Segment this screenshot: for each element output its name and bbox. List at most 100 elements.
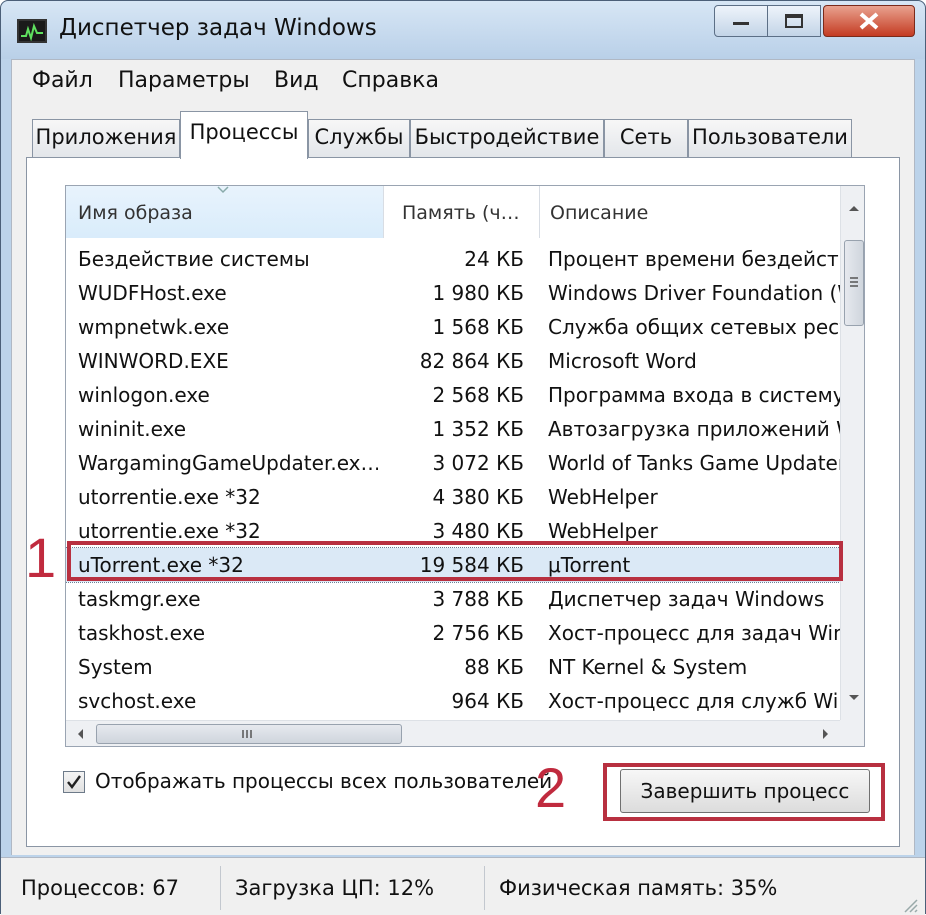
horizontal-scrollbar[interactable] bbox=[66, 720, 840, 746]
resize-grip-icon[interactable] bbox=[901, 896, 919, 914]
menu-view[interactable]: Вид bbox=[274, 68, 319, 93]
process-memory-cell: 1 980 КБ bbox=[432, 281, 524, 305]
process-name-cell: System bbox=[78, 655, 153, 679]
table-row[interactable]: WargamingGameUpdater.ex… 3 072 КБ World of… bbox=[66, 446, 840, 480]
process-memory-cell: 3 072 КБ bbox=[432, 451, 524, 475]
process-name-cell: taskhost.exe bbox=[78, 621, 206, 645]
tab-networking[interactable]: Сеть bbox=[604, 119, 688, 157]
table-row[interactable]: System 88 КБ NT Kernel & System bbox=[66, 650, 840, 684]
tab-applications[interactable]: Приложения bbox=[32, 119, 180, 157]
process-name-cell: WUDFHost.exe bbox=[78, 281, 227, 305]
table-row[interactable]: taskmgr.exe 3 788 КБ Диспетчер задач Windo… bbox=[66, 582, 840, 616]
process-description-cell: WebHelper bbox=[548, 519, 658, 543]
column-header-description[interactable]: Описание bbox=[540, 186, 840, 238]
column-header-description-label: Описание bbox=[550, 202, 649, 224]
minimize-button[interactable] bbox=[714, 5, 768, 37]
process-memory-cell: 1 568 КБ bbox=[432, 315, 524, 339]
menu-bar: Файл Параметры Вид Справка bbox=[11, 59, 915, 103]
tab-performance[interactable]: Быстродействие bbox=[410, 119, 604, 157]
process-memory-cell: 1 352 КБ bbox=[432, 417, 524, 441]
process-description-cell: Процент времени бездействия bbox=[548, 247, 840, 271]
checkmark-icon bbox=[67, 775, 81, 789]
table-row[interactable]: Бездействие системы 24 КБ Процент времени … bbox=[66, 242, 840, 276]
annotation-step-1: 1 bbox=[25, 526, 57, 589]
menu-help[interactable]: Справка bbox=[342, 68, 439, 93]
table-row[interactable]: svchost.exe 964 КБ Хост-процесс для служб … bbox=[66, 684, 840, 718]
column-header-memory[interactable]: Память (ч… bbox=[384, 186, 540, 238]
table-row[interactable]: WUDFHost.exe 1 980 КБ Windows Driver Found… bbox=[66, 276, 840, 310]
tab-processes[interactable]: Процессы bbox=[180, 111, 308, 159]
horizontal-scroll-thumb[interactable] bbox=[96, 724, 402, 744]
process-description-cell: Диспетчер задач Windows bbox=[548, 587, 825, 611]
process-description-cell: NT Kernel & System bbox=[548, 655, 748, 679]
vertical-scroll-thumb[interactable] bbox=[844, 240, 864, 326]
scroll-down-icon[interactable] bbox=[846, 690, 862, 706]
process-memory-cell: 2 756 КБ bbox=[432, 621, 524, 645]
process-name-cell: WINWORD.EXE bbox=[78, 349, 229, 373]
task-manager-window: Диспетчер задач Windows Файл Параметры В… bbox=[0, 0, 926, 915]
process-description-cell: Хост-процесс для служб Win bbox=[548, 689, 840, 713]
process-memory-cell: 3 788 КБ bbox=[432, 587, 524, 611]
process-list[interactable]: Имя образа Память (ч… Описание Бездейств… bbox=[65, 185, 865, 747]
process-name-cell: svchost.exe bbox=[78, 689, 197, 713]
process-memory-cell: 4 380 КБ bbox=[432, 485, 524, 509]
process-description-cell: Служба общих сетевых ресу bbox=[548, 315, 840, 339]
process-memory-cell: 964 КБ bbox=[451, 689, 524, 713]
end-process-button[interactable]: Завершить процесс bbox=[620, 769, 870, 813]
scroll-up-icon[interactable] bbox=[846, 200, 862, 216]
scroll-corner bbox=[840, 720, 864, 746]
maximize-icon bbox=[785, 14, 803, 28]
grip-icon bbox=[242, 730, 252, 738]
minimize-icon bbox=[733, 22, 749, 25]
process-description-cell: World of Tanks Game Updater bbox=[548, 451, 840, 475]
process-description-cell: Windows Driver Foundation (W bbox=[548, 281, 840, 305]
annotation-step-2: 2 bbox=[535, 756, 567, 819]
close-icon bbox=[859, 12, 879, 30]
close-button[interactable] bbox=[823, 5, 915, 37]
menu-options[interactable]: Параметры bbox=[118, 68, 250, 93]
process-name-cell: wmpnetwk.exe bbox=[78, 315, 230, 339]
annotation-box-process bbox=[67, 541, 843, 581]
status-physical-memory: Физическая память: 35% bbox=[499, 876, 778, 900]
tab-services[interactable]: Службы bbox=[308, 119, 410, 157]
table-row[interactable]: wininit.exe 1 352 КБ Автозагрузка приложен… bbox=[66, 412, 840, 446]
table-row[interactable]: WINWORD.EXE 82 864 КБ Microsoft Word bbox=[66, 344, 840, 378]
process-name-cell: utorrentie.exe *32 bbox=[78, 485, 261, 509]
window-title: Диспетчер задач Windows bbox=[59, 15, 377, 41]
table-row[interactable]: wmpnetwk.exe 1 568 КБ Служба общих сетевых… bbox=[66, 310, 840, 344]
tab-users[interactable]: Пользователи bbox=[688, 119, 852, 157]
maximize-button[interactable] bbox=[767, 5, 821, 37]
task-manager-icon bbox=[17, 19, 47, 43]
process-description-cell: Автозагрузка приложений W bbox=[548, 417, 840, 441]
vertical-scrollbar[interactable] bbox=[840, 186, 864, 720]
status-bar: Процессов: 67 Загрузка ЦП: 12% Физическа… bbox=[1, 857, 925, 915]
process-description-cell: Хост-процесс для задач Win bbox=[548, 621, 840, 645]
process-memory-cell: 2 568 КБ bbox=[432, 383, 524, 407]
sort-down-icon bbox=[217, 186, 229, 194]
process-name-cell: wininit.exe bbox=[78, 417, 187, 441]
column-header-image-name-label: Имя образа bbox=[78, 202, 193, 224]
show-all-users-label: Отображать процессы всех пользователей bbox=[95, 769, 553, 793]
process-name-cell: WargamingGameUpdater.ex… bbox=[78, 451, 378, 475]
process-description-cell: Программа входа в систему bbox=[548, 383, 840, 407]
status-process-count: Процессов: 67 bbox=[11, 866, 221, 910]
table-row[interactable]: taskhost.exe 2 756 КБ Хост-процесс для зад… bbox=[66, 616, 840, 650]
process-name-cell: utorrentie.exe *32 bbox=[78, 519, 261, 543]
table-row[interactable]: utorrentie.exe *32 4 380 КБ WebHelper bbox=[66, 480, 840, 514]
status-cpu-usage: Загрузка ЦП: 12% bbox=[223, 866, 485, 910]
grip-icon bbox=[850, 277, 858, 287]
show-all-users-checkbox[interactable] bbox=[63, 771, 85, 793]
list-header: Имя образа Память (ч… Описание bbox=[66, 186, 840, 238]
scroll-right-icon[interactable] bbox=[818, 726, 834, 742]
process-memory-cell: 88 КБ bbox=[464, 655, 524, 679]
process-description-cell: Microsoft Word bbox=[548, 349, 697, 373]
menu-file[interactable]: Файл bbox=[32, 68, 93, 93]
process-name-cell: winlogon.exe bbox=[78, 383, 210, 407]
process-memory-cell: 82 864 КБ bbox=[419, 349, 524, 373]
scroll-left-icon[interactable] bbox=[72, 726, 88, 742]
title-bar[interactable]: Диспетчер задач Windows bbox=[1, 1, 925, 59]
process-memory-cell: 3 480 КБ bbox=[432, 519, 524, 543]
process-description-cell: WebHelper bbox=[548, 485, 658, 509]
process-name-cell: taskmgr.exe bbox=[78, 587, 201, 611]
table-row[interactable]: winlogon.exe 2 568 КБ Программа входа в си… bbox=[66, 378, 840, 412]
